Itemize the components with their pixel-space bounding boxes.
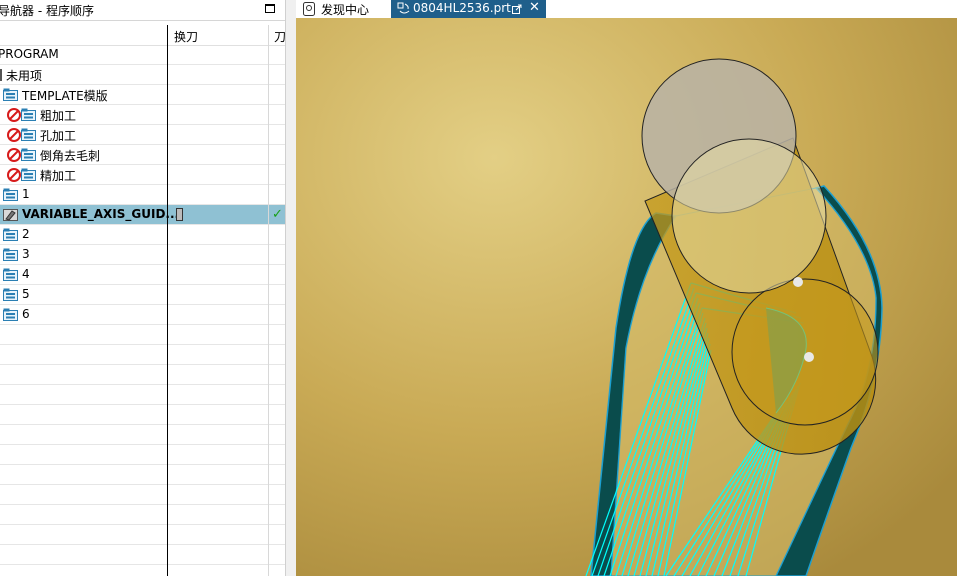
empty-row: [0, 325, 285, 345]
empty-row: [0, 385, 285, 405]
tree-row-5[interactable]: 5: [0, 285, 285, 305]
program-folder-icon: [21, 128, 36, 141]
tree-row-finish[interactable]: 精加工: [0, 165, 285, 185]
column-header: 换刀 刀: [0, 25, 285, 46]
column-divider[interactable]: [167, 25, 168, 576]
empty-row: [0, 405, 285, 425]
tree-row-label: 精加工: [40, 169, 77, 183]
program-folder-icon: [3, 268, 18, 281]
graphics-viewport[interactable]: [296, 18, 957, 577]
disabled-icon: [7, 108, 21, 122]
tree-row-label: 倒角去毛刺: [40, 149, 101, 163]
tree-row-unused[interactable]: 未用项: [0, 65, 285, 85]
empty-row: [0, 345, 285, 365]
empty-row: [0, 445, 285, 465]
program-folder-icon: [3, 288, 18, 301]
navigator-title: 导航器 - 程序顺序: [0, 4, 94, 18]
tree-row-label: 4: [22, 267, 30, 281]
part-file-icon: [397, 2, 410, 14]
tree-row-label: 1: [22, 187, 30, 201]
column-tool-change[interactable]: 换刀: [174, 28, 198, 45]
tree-row-1[interactable]: 1: [0, 185, 285, 205]
tree-row-label: 粗加工: [40, 109, 77, 123]
tree-row-variable-axis-operation[interactable]: VARIABLE_AXIS_GUID... ✓: [0, 205, 285, 225]
program-folder-icon: [3, 188, 18, 201]
disabled-icon: [7, 128, 21, 142]
maximize-icon[interactable]: [265, 4, 275, 13]
tab-label: 发现中心: [321, 3, 370, 17]
operation-icon: [3, 209, 18, 221]
empty-row: [0, 505, 285, 525]
tree-row-3[interactable]: 3: [0, 245, 285, 265]
column-third[interactable]: 刀: [274, 28, 285, 45]
tool-axis-point[interactable]: [804, 352, 814, 362]
program-folder-icon: [21, 108, 36, 121]
program-folder-icon: [3, 308, 18, 321]
tree-row-label: 孔加工: [40, 129, 77, 143]
tree-row-chamfer[interactable]: 倒角去毛刺: [0, 145, 285, 165]
status-check-icon: ✓: [272, 207, 283, 222]
tree-row-hole[interactable]: 孔加工: [0, 125, 285, 145]
tree-row-4[interactable]: 4: [0, 265, 285, 285]
operation-navigator: 导航器 - 程序顺序 换刀 刀 PROGRAM 未用项 TEMPLATE模版 粗…: [0, 0, 285, 576]
tree-row-label: 3: [22, 247, 30, 261]
disabled-icon: [7, 148, 21, 162]
column-divider[interactable]: [268, 25, 269, 576]
undock-icon[interactable]: [512, 4, 522, 14]
tree-row-label: 5: [22, 287, 30, 301]
tool-change-icon: [176, 208, 183, 221]
tree-row-label: PROGRAM: [0, 47, 59, 61]
tab-bar: 发现中心 0804HL2536.prt ✕: [296, 0, 957, 18]
empty-row: [0, 365, 285, 385]
program-folder-icon: [3, 228, 18, 241]
tree-row-label: VARIABLE_AXIS_GUID...: [22, 207, 180, 221]
tree-row-rough[interactable]: 粗加工: [0, 105, 285, 125]
program-folder-icon: [3, 248, 18, 261]
tree-row-template[interactable]: TEMPLATE模版: [0, 85, 285, 105]
tree-row-label: TEMPLATE模版: [22, 89, 108, 103]
disabled-icon: [7, 168, 21, 182]
navigator-title-bar: 导航器 - 程序顺序: [0, 0, 285, 21]
tree-line: [0, 69, 2, 81]
program-folder-icon: [21, 148, 36, 161]
program-folder-icon: [3, 88, 18, 101]
viewport-canvas[interactable]: [296, 18, 957, 577]
empty-row: [0, 425, 285, 445]
tree-row-2[interactable]: 2: [0, 225, 285, 245]
tree-row-6[interactable]: 6: [0, 305, 285, 325]
empty-row: [0, 485, 285, 505]
tree-row-label: 未用项: [6, 69, 43, 83]
empty-row: [0, 545, 285, 565]
empty-row: [0, 465, 285, 485]
close-tab-icon[interactable]: ✕: [529, 0, 540, 15]
discover-icon: [303, 2, 315, 16]
tool-axis-point[interactable]: [793, 277, 803, 287]
tab-label: 0804HL2536.prt: [413, 1, 511, 15]
tab-discover-center[interactable]: 发现中心: [296, 0, 391, 18]
tree-row-program[interactable]: PROGRAM: [0, 45, 285, 65]
tab-part-file[interactable]: 0804HL2536.prt ✕: [391, 0, 546, 18]
tree-row-label: 2: [22, 227, 30, 241]
tree-row-label: 6: [22, 307, 30, 321]
empty-row: [0, 525, 285, 545]
program-folder-icon: [21, 168, 36, 181]
